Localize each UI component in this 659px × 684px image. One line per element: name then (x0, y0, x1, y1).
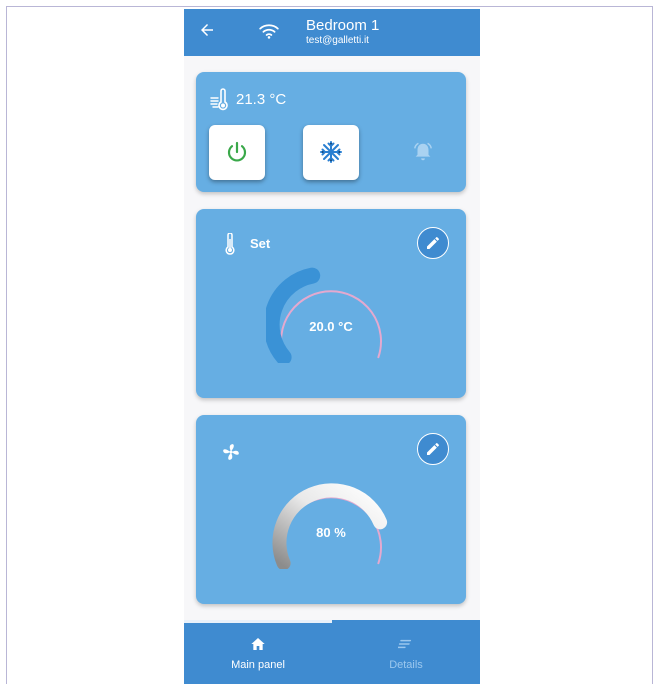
tab-main-panel[interactable]: Main panel (184, 620, 332, 684)
wifi-icon (259, 24, 279, 39)
setpoint-dial[interactable] (266, 267, 396, 363)
snowflake-icon (320, 141, 342, 163)
pencil-icon (427, 237, 439, 249)
edit-setpoint-button[interactable] (417, 227, 449, 259)
notes-icon (398, 639, 412, 649)
thermometer-wind-icon (210, 88, 228, 111)
fan-speed-value: 80 % (316, 525, 346, 540)
bottom-navigation: Main panel Details (184, 620, 480, 684)
mode-button[interactable] (303, 125, 359, 180)
status-card: 21.3 °C (196, 72, 466, 192)
home-icon (251, 638, 265, 650)
setpoint-value: 20.0 °C (309, 319, 353, 334)
fan-icon (223, 444, 239, 460)
app-bar: Bedroom 1 test@galletti.it (184, 9, 480, 56)
tab-main-panel-label: Main panel (231, 659, 285, 671)
tab-details[interactable]: Details (332, 620, 480, 684)
fan-speed-dial[interactable] (266, 473, 396, 569)
arrow-left-icon[interactable] (198, 21, 216, 39)
account-email: test@galletti.it (306, 35, 369, 46)
current-temperature: 21.3 °C (236, 91, 287, 108)
pencil-icon (427, 443, 439, 455)
power-icon (227, 141, 247, 162)
room-title: Bedroom 1 (306, 17, 380, 34)
edit-fan-button[interactable] (417, 433, 449, 465)
power-button[interactable] (209, 125, 265, 180)
setpoint-card: Set 20.0 °C (196, 209, 466, 398)
app-screen: Bedroom 1 test@galletti.it 21.3 °C Set 2… (184, 9, 480, 684)
bell-icon (414, 142, 432, 161)
setpoint-label: Set (250, 236, 271, 251)
thermometer-icon (225, 233, 235, 255)
tab-details-label: Details (389, 659, 423, 671)
fan-card: 80 % (196, 415, 466, 604)
